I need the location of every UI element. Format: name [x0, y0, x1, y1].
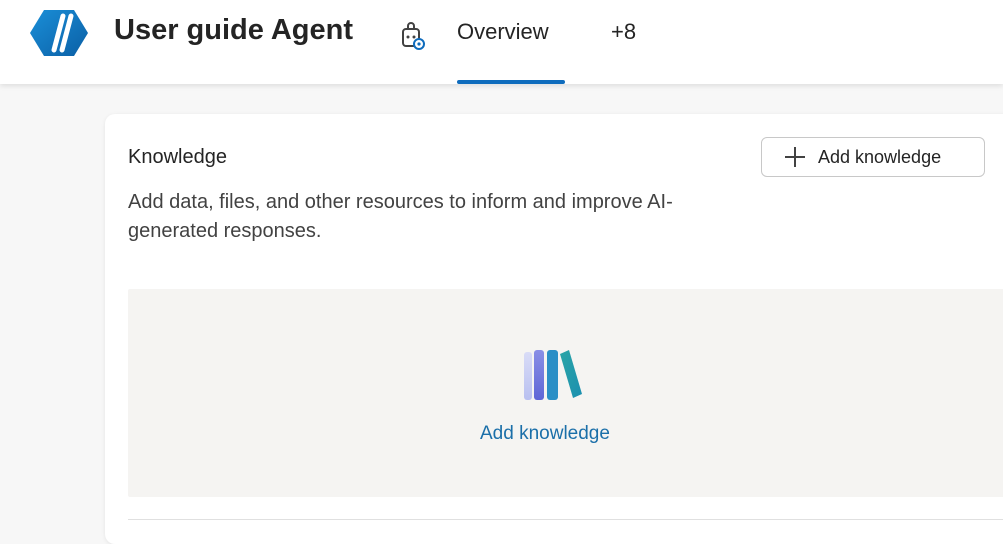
plus-icon [784, 146, 806, 168]
tab-overview[interactable]: Overview [457, 19, 549, 45]
tab-more-overflow[interactable]: +8 [611, 19, 636, 45]
top-header: User guide Agent Overview +8 [0, 0, 1003, 84]
knowledge-title: Knowledge [128, 146, 227, 168]
knowledge-empty-state: Add knowledge [128, 289, 1003, 497]
add-knowledge-button-label: Add knowledge [818, 146, 942, 167]
card-divider [128, 519, 1003, 520]
agent-title: User guide Agent [114, 14, 354, 46]
selected-tab-indicator [457, 80, 565, 84]
knowledge-description: Add data, files, and other resources to … [128, 191, 673, 242]
add-knowledge-button[interactable]: Add knowledge [761, 137, 985, 177]
books-icon [522, 346, 598, 406]
left-rail [0, 84, 30, 528]
agent-settings-icon[interactable] [396, 20, 428, 52]
copilot-studio-logo-icon[interactable] [30, 8, 88, 58]
knowledge-card: Knowledge Add data, files, and other res… [105, 114, 1003, 544]
add-knowledge-link[interactable]: Add knowledge [480, 423, 610, 445]
